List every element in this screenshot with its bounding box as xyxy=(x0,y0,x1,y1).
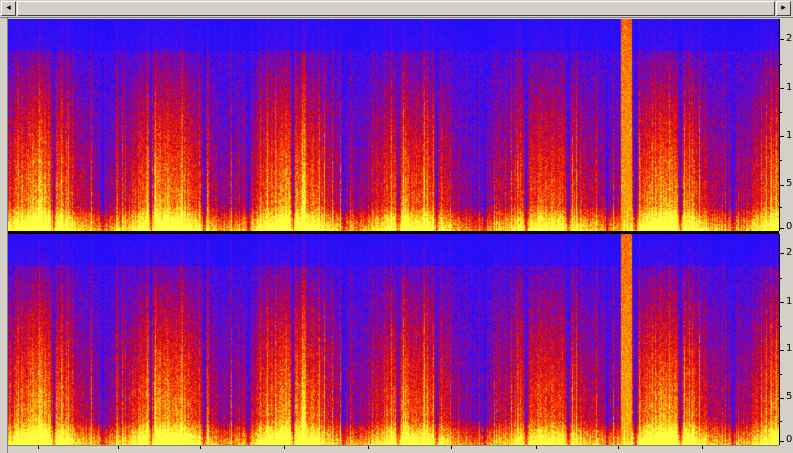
left-arrow-icon: ◂ xyxy=(6,3,11,13)
frequency-ruler-bottom: 2 1 1 5 0 xyxy=(779,234,793,445)
ruler-tick xyxy=(780,253,784,254)
time-tick xyxy=(284,446,285,449)
ruler-label: 1 xyxy=(786,343,793,354)
time-ruler xyxy=(8,445,779,453)
spectrogram-channel-left[interactable] xyxy=(8,19,779,231)
time-tick xyxy=(451,446,452,449)
ruler-tick xyxy=(780,302,784,303)
ruler-label: 2 xyxy=(786,33,793,44)
time-tick xyxy=(200,446,201,449)
track-left-margin xyxy=(0,18,8,453)
spectrogram-canvas-right xyxy=(8,234,779,445)
scroll-thumb[interactable] xyxy=(17,1,775,16)
ruler-minor-tick xyxy=(780,160,782,161)
ruler-tick xyxy=(780,441,784,442)
time-tick xyxy=(618,446,619,449)
ruler-minor-tick xyxy=(780,374,782,375)
ruler-minor-tick xyxy=(780,326,782,327)
ruler-tick xyxy=(780,185,784,186)
time-tick xyxy=(368,446,369,449)
ruler-label: 5 xyxy=(786,178,793,189)
time-tick xyxy=(536,446,537,449)
ruler-minor-tick xyxy=(780,207,782,208)
ruler-label: 1 xyxy=(786,130,793,141)
ruler-minor-tick xyxy=(780,64,782,65)
ruler-tick xyxy=(780,350,784,351)
frequency-ruler-top: 2 1 1 5 0 xyxy=(779,19,793,232)
scroll-right-button[interactable]: ▸ xyxy=(776,1,791,16)
ruler-minor-tick xyxy=(780,421,782,422)
ruler-tick xyxy=(780,39,784,40)
ruler-label: 5 xyxy=(786,391,793,402)
ruler-tick xyxy=(780,136,784,137)
time-tick xyxy=(118,446,119,449)
spectrogram-canvas-left xyxy=(8,19,779,231)
right-arrow-icon: ▸ xyxy=(781,3,786,13)
ruler-tick xyxy=(780,398,784,399)
ruler-label: 1 xyxy=(786,296,793,307)
horizontal-scrollbar[interactable]: ◂ ▸ xyxy=(0,0,793,18)
ruler-label: 0 xyxy=(786,434,793,445)
ruler-label: 0 xyxy=(786,221,793,232)
ruler-minor-tick xyxy=(780,278,782,279)
ruler-label: 1 xyxy=(786,82,793,93)
ruler-tick xyxy=(780,228,784,229)
ruler-minor-tick xyxy=(780,112,782,113)
time-tick xyxy=(702,446,703,449)
ruler-label: 2 xyxy=(786,247,793,258)
scroll-left-button[interactable]: ◂ xyxy=(1,1,16,16)
ruler-tick xyxy=(780,88,784,89)
spectrogram-channel-right[interactable] xyxy=(8,234,779,445)
time-tick xyxy=(38,446,39,449)
